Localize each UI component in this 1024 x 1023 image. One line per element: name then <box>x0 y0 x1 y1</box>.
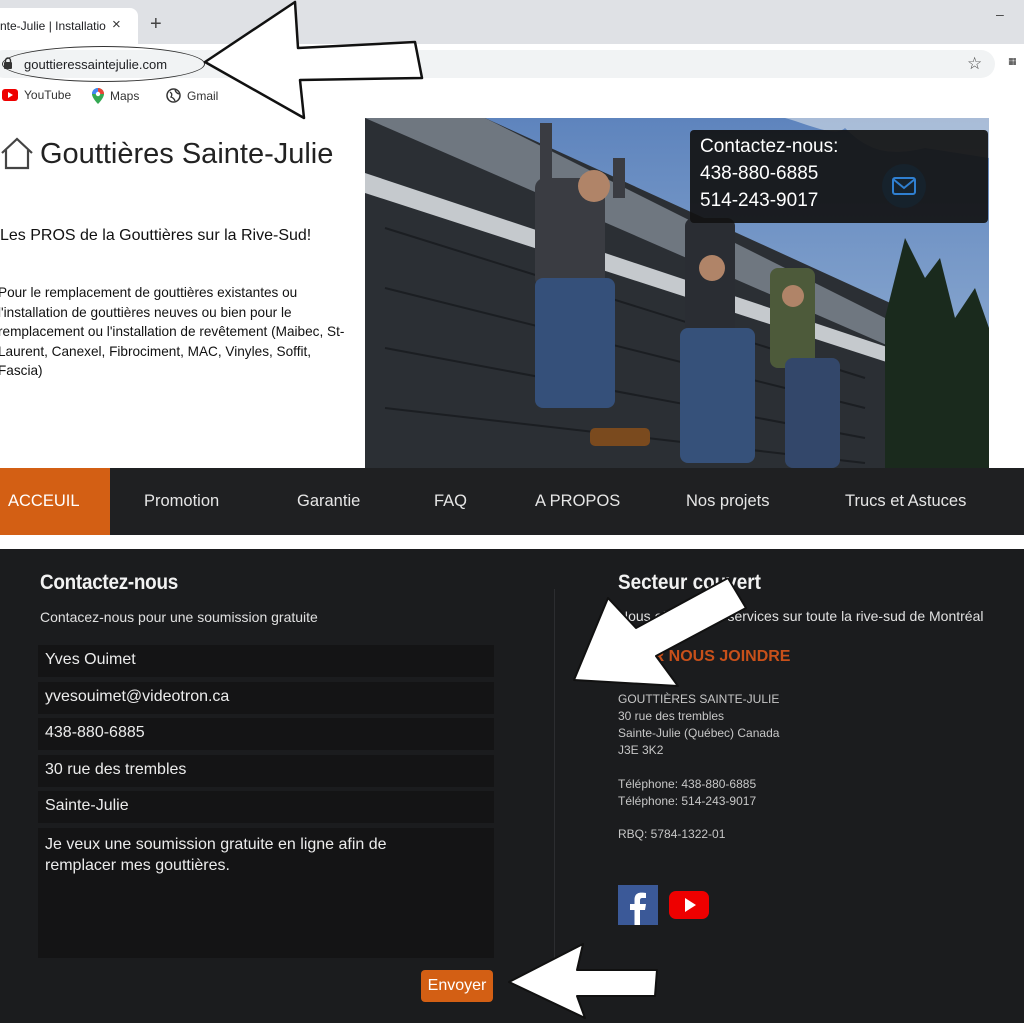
bookmarks-bar: YouTube Maps Gmail <box>0 86 1024 110</box>
facebook-icon[interactable] <box>618 885 658 925</box>
bookmark-label: Gmail <box>187 88 219 103</box>
browser-toolbar: gouttieressaintejulie.com ☆ ▦ <box>0 44 1024 84</box>
close-tab-icon[interactable]: × <box>112 16 121 34</box>
street-address: 30 rue des trembles <box>618 709 725 723</box>
company-name: GOUTTIÈRES SAINTE-JULIE <box>618 692 780 706</box>
tab-title: nte-Julie | Installatio <box>0 19 106 33</box>
bookmark-gmail[interactable]: Gmail <box>166 88 218 103</box>
postal-code: J3E 3K2 <box>618 743 664 757</box>
bookmark-label: YouTube <box>24 88 72 102</box>
telephone-2: Téléphone: 514-243-9017 <box>618 794 757 808</box>
hero-section: Gouttières Sainte-Julie Les PROS de la G… <box>0 118 1024 468</box>
nav-item-a-propos[interactable]: A PROPOS <box>535 468 620 535</box>
contact-phone[interactable]: 438-880-6885 <box>700 163 818 185</box>
site-title: Gouttières Sainte-Julie <box>40 138 334 170</box>
nav-item-acceuil[interactable]: ACCEUIL <box>0 468 110 535</box>
phone-field[interactable]: 438-880-6885 <box>38 718 494 750</box>
contact-phone[interactable]: 514-243-9017 <box>700 190 818 212</box>
nav-item-promotion[interactable]: Promotion <box>144 468 219 535</box>
city-field[interactable]: Sainte-Julie <box>38 791 494 823</box>
mail-icon <box>892 177 916 195</box>
hero-description: Pour le remplacement de gouttières exist… <box>0 285 345 378</box>
send-button[interactable]: Envoyer <box>421 970 493 1002</box>
extension-icon[interactable]: ▦ <box>1008 56 1024 70</box>
hero-tagline: Les PROS de la Gouttières sur la Rive-Su… <box>0 227 312 244</box>
message-textarea[interactable]: Je veux une soumission gratuite en ligne… <box>38 828 494 958</box>
tab-strip: nte-Julie | Installatio × + – <box>0 0 1024 44</box>
bookmark-maps[interactable]: Maps <box>92 88 139 104</box>
form-title: Contactez-nous <box>40 571 178 594</box>
new-tab-icon[interactable]: + <box>150 14 162 34</box>
telephone-1: Téléphone: 438-880-6885 <box>618 777 757 791</box>
house-logo-icon <box>1 137 33 170</box>
join-title: POUR NOUS JOINDRE <box>618 648 791 665</box>
name-field[interactable]: Yves Ouimet <box>38 645 494 677</box>
maps-icon <box>92 88 104 104</box>
nav-item-nos-projets[interactable]: Nos projets <box>686 468 769 535</box>
sector-title: Secteur couvert <box>618 571 761 594</box>
footer-section: Contactez-nous Contacez-nous pour une so… <box>0 549 1024 1023</box>
globe-icon <box>166 88 181 103</box>
divider <box>0 535 1024 549</box>
contact-title: Contactez-nous: <box>700 136 839 157</box>
main-nav: ACCEUIL Promotion Garantie FAQ A PROPOS … <box>0 468 1024 535</box>
column-divider <box>554 589 555 959</box>
email-field[interactable]: yvesouimet@videotron.ca <box>38 682 494 714</box>
bookmark-youtube[interactable]: YouTube <box>2 88 71 102</box>
bookmark-label: Maps <box>110 89 140 103</box>
browser-tab[interactable]: nte-Julie | Installatio × <box>0 8 138 44</box>
youtube-icon <box>2 89 18 101</box>
form-subtitle: Contacez-nous pour une soumission gratui… <box>40 609 318 625</box>
bookmark-star-icon[interactable]: ☆ <box>967 54 982 74</box>
address-block: GOUTTIÈRES SAINTE-JULIE 30 rue des tremb… <box>618 691 779 843</box>
mail-button[interactable] <box>882 164 926 208</box>
browser-chrome: nte-Julie | Installatio × + – gouttieres… <box>0 0 1024 118</box>
youtube-icon[interactable] <box>669 885 709 925</box>
minimize-icon[interactable]: – <box>996 6 1004 22</box>
rbq-number: RBQ: 5784-1322-01 <box>618 827 726 841</box>
contact-box: Contactez-nous: 438-880-6885 514-243-901… <box>690 130 988 223</box>
annotation-ellipse <box>2 46 205 82</box>
nav-item-garantie[interactable]: Garantie <box>297 468 360 535</box>
city-address: Sainte-Julie (Québec) Canada <box>618 726 780 740</box>
nav-item-trucs-astuces[interactable]: Trucs et Astuces <box>845 468 966 535</box>
address-field[interactable]: 30 rue des trembles <box>38 755 494 787</box>
sector-text: Nous offrons nos services sur toute la r… <box>618 608 984 624</box>
nav-item-faq[interactable]: FAQ <box>434 468 467 535</box>
